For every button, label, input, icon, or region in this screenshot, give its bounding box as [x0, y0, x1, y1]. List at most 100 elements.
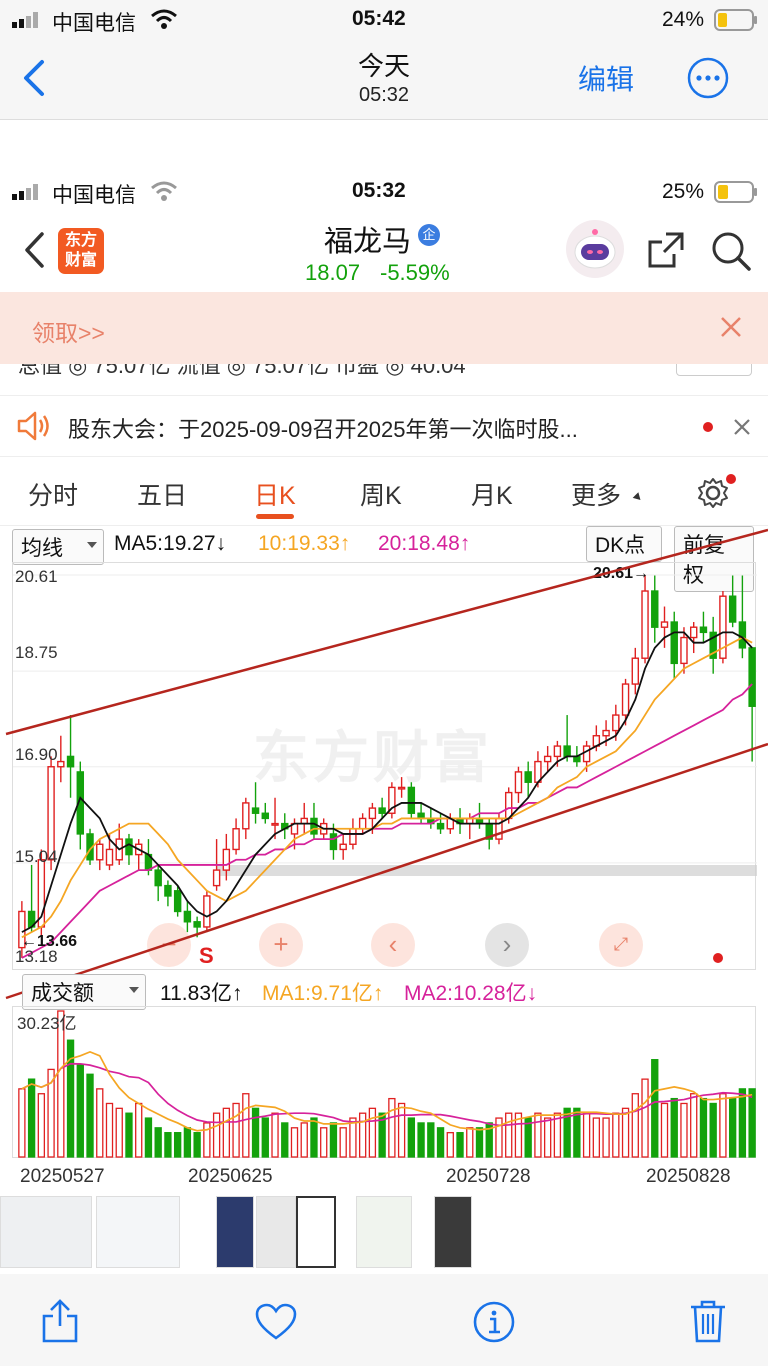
photo-time-subtitle: 05:32 [358, 84, 410, 106]
volume-bar [534, 1112, 542, 1158]
settings-badge [726, 474, 736, 484]
tab-monthly-k[interactable]: 月K [471, 476, 513, 512]
volume-bar [466, 1127, 474, 1158]
battery-percent: 24% [662, 8, 705, 31]
volume-indicator-select[interactable]: 成交额 [22, 974, 146, 1010]
chevron-down-icon [129, 987, 139, 993]
banner-link[interactable]: 领取>> [32, 314, 105, 348]
volume-bar [748, 1088, 756, 1158]
date-label: 20250625 [188, 1166, 273, 1187]
search-icon[interactable] [710, 230, 752, 277]
back-icon[interactable] [22, 230, 48, 275]
volume-bar [222, 1107, 231, 1158]
volume-plot [18, 1010, 756, 1158]
volume-bar [271, 1112, 279, 1158]
signal-icon [12, 12, 42, 28]
robot-assistant-icon[interactable] [566, 220, 624, 278]
tab-five-day[interactable]: 五日 [137, 476, 187, 512]
photo-date-title: 今天 [357, 51, 410, 81]
volume-bar [475, 1127, 484, 1158]
volume-bar [690, 1093, 698, 1158]
volume-bar [582, 1112, 591, 1158]
channel-upper-line [5, 528, 768, 736]
volume-bar [183, 1127, 192, 1158]
share-icon[interactable] [40, 1298, 80, 1349]
volume-bar [446, 1132, 454, 1158]
share-icon[interactable] [646, 230, 686, 275]
thumbnail[interactable] [96, 1196, 180, 1268]
volume-bar [660, 1102, 669, 1158]
app-logo: 东方 财富 [58, 228, 104, 274]
volume-bar [358, 1112, 367, 1158]
volume-bar [495, 1117, 503, 1158]
volume-bar [699, 1097, 708, 1158]
stock-price: 18.07 [305, 260, 361, 285]
volume-bar [135, 1102, 143, 1158]
tab-weekly-k[interactable]: 周K [360, 476, 402, 512]
active-tab-indicator [256, 514, 294, 519]
thumbnail[interactable] [0, 1196, 92, 1268]
tab-daily-k[interactable]: 日K [254, 476, 296, 512]
edit-button[interactable]: 编辑 [578, 58, 634, 98]
thumbnail[interactable] [216, 1196, 254, 1268]
info-icon[interactable] [472, 1300, 516, 1349]
volume-bar [456, 1132, 464, 1158]
volume-bar [397, 1102, 406, 1158]
volume-bar [242, 1093, 250, 1158]
announcement-text: 股东大会：于2025-09-09召开2025年第一次临时股... [68, 417, 578, 442]
tab-intraday[interactable]: 分时 [28, 476, 78, 512]
promo-banner[interactable]: 领取>> [0, 292, 768, 364]
volume-bar [641, 1078, 649, 1158]
volume-bar [18, 1088, 26, 1158]
volume-bar [505, 1112, 513, 1158]
trash-icon[interactable] [688, 1298, 728, 1349]
thumbnail-strip [0, 1192, 768, 1274]
stock-change: -5.59% [380, 260, 450, 285]
gear-icon[interactable] [696, 476, 730, 515]
volume-bar [670, 1097, 678, 1158]
volume-bar [592, 1117, 601, 1158]
battery-percent: 25% [662, 180, 705, 203]
announcement-bar[interactable]: 股东大会：于2025-09-09召开2025年第一次临时股... [0, 395, 768, 457]
volume-indicator-value: 成交额 [31, 982, 94, 1005]
volume-bar [728, 1097, 737, 1158]
channel-lower-line [5, 742, 768, 1000]
photos-nav-bar: 今天 05:32 编辑 [0, 40, 768, 120]
thumbnail[interactable] [434, 1196, 472, 1268]
tab-more[interactable]: 更多 [571, 476, 621, 512]
volume-bar [738, 1088, 747, 1158]
volume-bar [320, 1127, 328, 1158]
volume-bar [193, 1132, 201, 1158]
volume-bar [310, 1117, 318, 1158]
volume-bar [680, 1102, 688, 1158]
thumbnail[interactable] [256, 1196, 296, 1268]
volume-ma1: MA1:9.71亿↑ [262, 982, 384, 1005]
date-label: 20250728 [446, 1166, 531, 1187]
volume-bar [173, 1132, 182, 1158]
carrier-label: 中国电信 [52, 12, 136, 35]
volume-bar [290, 1127, 299, 1158]
thumbnail-qr[interactable] [296, 1196, 336, 1268]
close-icon[interactable] [732, 417, 752, 442]
close-icon[interactable] [718, 314, 744, 345]
volume-bar [251, 1107, 260, 1158]
clock-label: 05:32 [352, 179, 406, 202]
wifi-icon [150, 180, 178, 207]
volume-bar [164, 1132, 172, 1158]
volume-bar [86, 1073, 94, 1158]
battery-icon [714, 181, 758, 208]
photos-toolbar [0, 1274, 768, 1366]
heart-icon[interactable] [254, 1302, 298, 1347]
volume-bar [154, 1127, 162, 1158]
trend-channel [5, 528, 768, 1000]
more-icon[interactable] [686, 56, 730, 105]
volume-bar [232, 1102, 240, 1158]
volume-chart[interactable]: 30.23亿 [12, 1006, 756, 1158]
volume-ma2: MA2:10.28亿↓ [404, 982, 538, 1005]
volume-bar [602, 1117, 610, 1158]
chart-period-tabs: 分时 五日 日K 周K 月K 更多 [0, 460, 768, 526]
volume-bar [719, 1093, 727, 1158]
volume-bar [105, 1102, 114, 1158]
thumbnail[interactable] [356, 1196, 412, 1268]
volume-bar [621, 1107, 630, 1158]
